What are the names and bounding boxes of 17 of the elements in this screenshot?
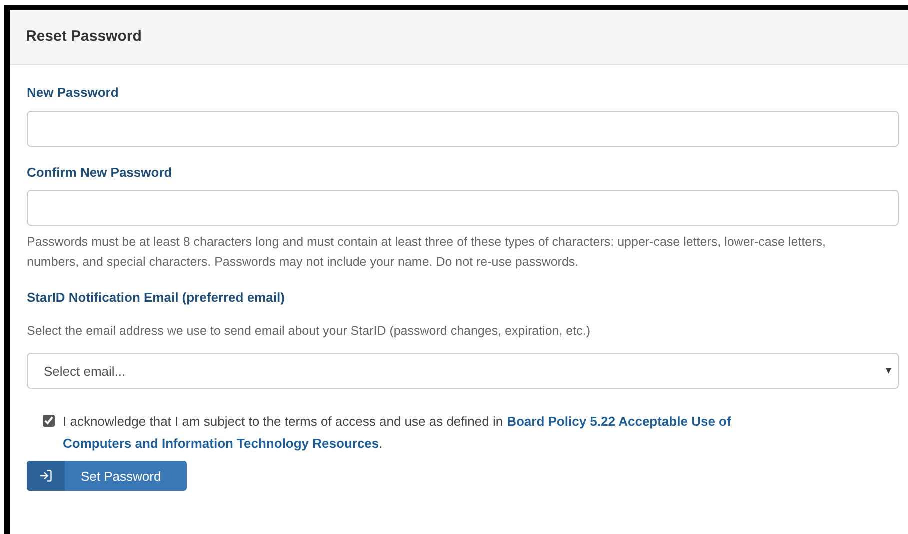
password-field[interactable] <box>27 110 899 146</box>
sign-in-icon <box>39 469 53 484</box>
acknowledge-checkbox[interactable] <box>43 415 55 428</box>
field-label: Confirm New Password <box>27 164 174 182</box>
email-select[interactable]: Select email... ▾ <box>27 353 899 390</box>
policy-link[interactable]: Computers and Information Technology Resources <box>63 433 380 456</box>
period-text: . <box>379 435 383 454</box>
set-password-button[interactable]: Set Password <box>27 461 187 492</box>
password-field[interactable] <box>27 190 899 226</box>
caret-icon: ▾ <box>886 363 892 380</box>
field-label: New Password <box>27 84 120 102</box>
field-description: Select the email address we use to send email about your StarID (password changes, expiration, etc.) <box>27 322 592 340</box>
policy-link[interactable]: Board Policy 5.22 Acceptable Use of <box>507 411 732 434</box>
acknowledge-text: I acknowledge that I am subject to the terms of access and use as defined in <box>63 413 504 432</box>
field-label: StarID Notification Email (preferred email) <box>27 289 286 307</box>
help-text: Passwords must be at least 8 characters long and must contain at least three of these types of characters: upper-case letters, lower-case letters, numbers, and special characters. Passwords may not include your name. Do not re-use passwords. <box>27 234 827 271</box>
panel-title: Reset Password <box>26 26 142 47</box>
